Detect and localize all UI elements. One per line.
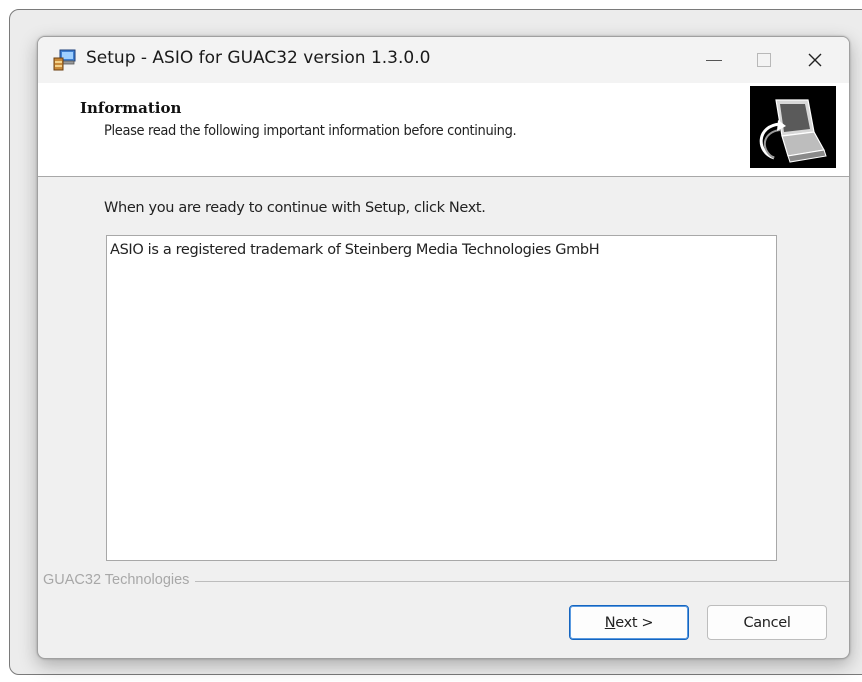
cancel-button[interactable]: Cancel — [707, 605, 827, 640]
maximize-icon — [757, 53, 771, 67]
wizard-header: Information Please read the following im… — [38, 83, 849, 177]
minimize-button[interactable] — [686, 37, 742, 83]
close-button[interactable] — [787, 37, 843, 83]
brand-separator: GUAC32 Technologies — [38, 571, 849, 591]
next-accelerator: N — [604, 614, 616, 631]
brand-label: GUAC32 Technologies — [43, 572, 196, 588]
information-memo[interactable]: ASIO is a registered trademark of Steinb… — [106, 235, 777, 561]
maximize-button[interactable] — [736, 37, 792, 83]
computer-install-icon — [750, 86, 836, 168]
next-label: ext > — [615, 614, 654, 631]
next-button[interactable]: Next > — [569, 605, 689, 640]
minimize-icon — [706, 59, 722, 61]
title-bar[interactable]: Setup - ASIO for GUAC32 version 1.3.0.0 — [38, 37, 849, 83]
close-icon — [808, 53, 822, 67]
instruction-text: When you are ready to continue with Setu… — [104, 200, 486, 216]
page-title: Information — [80, 99, 182, 117]
window-title: Setup - ASIO for GUAC32 version 1.3.0.0 — [86, 48, 431, 68]
page-subtitle: Please read the following important info… — [104, 123, 517, 139]
setup-dialog: Setup - ASIO for GUAC32 version 1.3.0.0 … — [37, 36, 850, 659]
setup-installer-icon — [52, 49, 76, 71]
memo-text: ASIO is a registered trademark of Steinb… — [110, 242, 600, 258]
